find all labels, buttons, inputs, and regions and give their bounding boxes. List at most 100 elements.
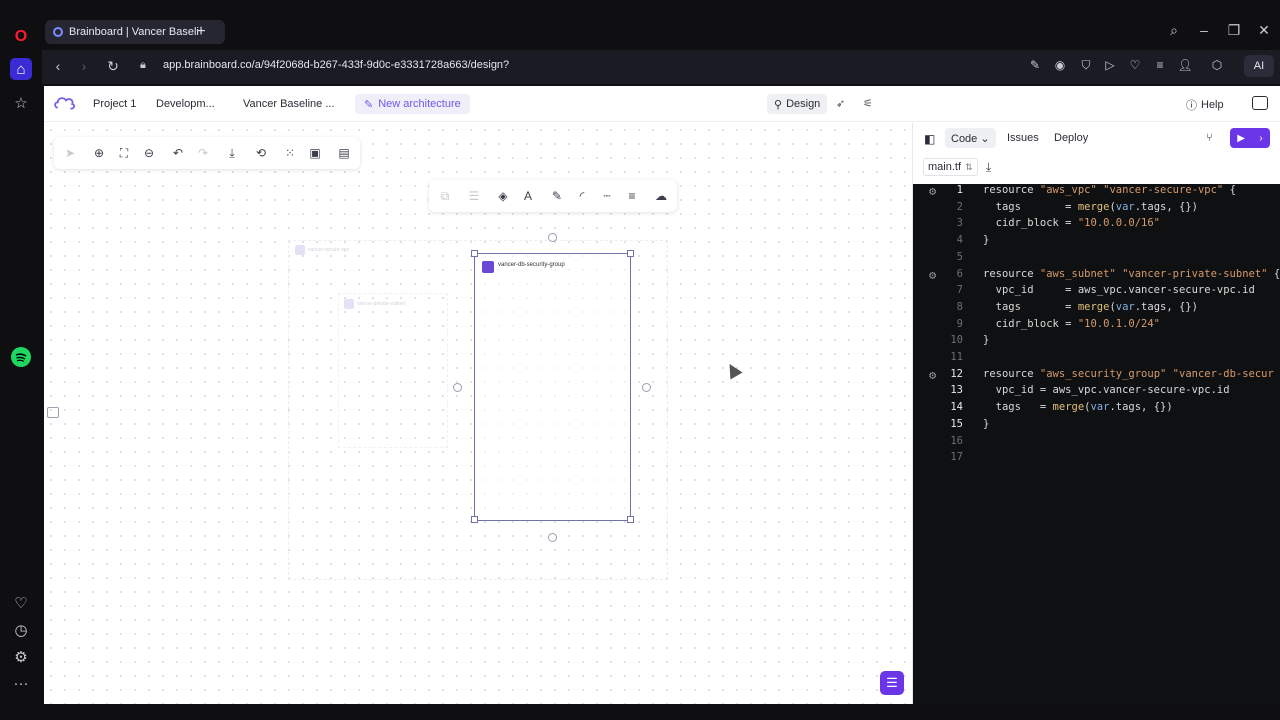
code-line[interactable]: 9 cidr_block = "10.0.1.0/24": [913, 318, 1280, 335]
fill-icon[interactable]: ◈: [495, 188, 511, 204]
url-field[interactable]: app.brainboard.co/a/94f2068d-b267-433f-9…: [163, 59, 509, 71]
heart-icon[interactable]: ♡: [1126, 58, 1144, 72]
forward-button[interactable]: ›: [75, 58, 93, 74]
corner-radius-icon[interactable]: ◜: [574, 188, 590, 204]
shield-icon[interactable]: ⛉: [1077, 58, 1095, 73]
play-icon[interactable]: ▷: [1101, 58, 1119, 72]
connector-handle-left[interactable]: [453, 383, 462, 392]
spotify-icon[interactable]: [10, 346, 32, 368]
connector-handle-right[interactable]: [642, 383, 651, 392]
menu-icon[interactable]: ≡: [1151, 58, 1169, 72]
file-selector[interactable]: main.tf ⇅: [923, 158, 978, 176]
panel-toggle-icon[interactable]: ◧: [924, 132, 935, 146]
new-architecture-button[interactable]: ✎ New architecture: [355, 94, 470, 114]
connector-handle-bottom[interactable]: [548, 533, 557, 542]
code-line[interactable]: 11: [913, 351, 1280, 368]
dashed-line-icon[interactable]: ┄: [599, 188, 615, 204]
tab-deploy[interactable]: Deploy: [1054, 132, 1088, 144]
security-group-node[interactable]: vancer-db-security-group: [474, 253, 631, 521]
sliders-icon[interactable]: ⚟: [863, 97, 873, 110]
grid-icon[interactable]: ⁙: [282, 145, 298, 161]
code-editor[interactable]: ⚙ 1 resource "aws_vpc" "vancer-secure-vpc"…: [913, 184, 1280, 704]
camera-icon[interactable]: ◉: [1051, 58, 1069, 72]
profile-icon[interactable]: 👤︎: [1176, 58, 1194, 72]
gear-icon[interactable]: ⚙: [929, 368, 936, 382]
code-line[interactable]: 10}: [913, 334, 1280, 351]
git-compare-icon[interactable]: ⑂: [1206, 132, 1213, 144]
undo-icon[interactable]: ↶: [170, 145, 186, 161]
brainboard-logo-icon[interactable]: [54, 95, 76, 113]
design-canvas[interactable]: ➤ ⊕ ⛶ ⊖ ↶ ↷ ⤓ ⟲ ⁙ ▣ ▤ ⧉ ☰ ◈ A ✎ ◜ ┄ ≡ ☁ …: [44, 123, 912, 704]
breadcrumb-environment[interactable]: Developm...: [156, 98, 215, 110]
download-icon[interactable]: ⤓: [224, 145, 240, 161]
subnet-container[interactable]: [338, 293, 448, 448]
code-line[interactable]: 8 tags = merge(var.tags, {}): [913, 301, 1280, 318]
star-icon[interactable]: ☆: [10, 92, 32, 114]
settings-icon[interactable]: ⚙: [10, 646, 32, 668]
rocket-icon[interactable]: ➶: [836, 97, 845, 110]
document-icon[interactable]: ▤: [336, 145, 352, 161]
code-line[interactable]: 15}: [913, 418, 1280, 435]
heart-icon[interactable]: ♡: [10, 592, 32, 614]
line-weight-icon[interactable]: ≡: [624, 188, 640, 204]
breadcrumb-project[interactable]: Project 1: [93, 98, 136, 110]
tab-issues[interactable]: Issues: [1007, 132, 1039, 144]
code-line[interactable]: 4}: [913, 234, 1280, 251]
zoom-out-icon[interactable]: ⊖: [141, 145, 157, 161]
gear-icon[interactable]: ⚙: [929, 268, 936, 282]
back-button[interactable]: ‹: [49, 58, 67, 74]
line-number: 9: [956, 317, 963, 330]
pen-icon[interactable]: ✎: [549, 188, 565, 204]
reload-button[interactable]: ↻: [104, 58, 122, 75]
home-icon[interactable]: ⌂: [10, 58, 32, 80]
breadcrumb-architecture[interactable]: Vancer Baseline ...: [243, 98, 335, 110]
gear-icon[interactable]: ⚙: [929, 184, 936, 198]
text-color-icon[interactable]: A: [520, 188, 536, 204]
redo-icon[interactable]: ↷: [195, 145, 211, 161]
resize-handle-tr[interactable]: [627, 250, 634, 257]
group-icon[interactable]: ⧉: [437, 188, 453, 204]
opera-logo-icon[interactable]: O: [10, 26, 32, 48]
resize-handle-tl[interactable]: [471, 250, 478, 257]
design-mode-button[interactable]: ⚲ Design: [767, 94, 828, 114]
code-line[interactable]: 17: [913, 451, 1280, 468]
history-icon[interactable]: ◷: [10, 619, 32, 641]
browser-sidebar: O ⌂ ☆ ♡ ◷ ⚙ ···: [0, 18, 42, 720]
code-line[interactable]: 7 vpc_id = aws_vpc.vancer-secure-vpc.id: [913, 284, 1280, 301]
code-line[interactable]: ⚙ 6 resource "aws_subnet" "vancer-private-…: [913, 268, 1280, 285]
inbox-icon[interactable]: [1252, 96, 1268, 110]
align-icon[interactable]: ☰: [466, 188, 482, 204]
download-icon[interactable]: ⤓: [986, 160, 991, 175]
code-line[interactable]: 14 tags = merge(var.tags, {}): [913, 401, 1280, 418]
menu-icon[interactable]: ☰: [880, 671, 904, 695]
new-tab-button[interactable]: +: [192, 23, 210, 41]
history-icon[interactable]: ⟲: [253, 145, 269, 161]
code-line[interactable]: 2 tags = merge(var.tags, {}): [913, 201, 1280, 218]
code-line[interactable]: 3 cidr_block = "10.0.0.0/16": [913, 217, 1280, 234]
minimap-icon[interactable]: ▣: [307, 145, 323, 161]
ai-button[interactable]: AI: [1244, 55, 1274, 77]
extension-icon[interactable]: ⬡: [1208, 58, 1226, 72]
restore-button[interactable]: ❐: [1223, 22, 1245, 39]
connector-handle-top[interactable]: [548, 233, 557, 242]
cloud-icon[interactable]: ☁: [653, 188, 669, 204]
code-line[interactable]: ⚙ 1 resource "aws_vpc" "vancer-secure-vpc"…: [913, 184, 1280, 201]
resize-handle-bl[interactable]: [471, 516, 478, 523]
search-tabs-icon[interactable]: ⌕: [1163, 22, 1185, 39]
resize-handle-br[interactable]: [627, 516, 634, 523]
sidebar-toggle-icon[interactable]: [47, 407, 59, 418]
code-line[interactable]: 5: [913, 251, 1280, 268]
more-icon[interactable]: ···: [10, 672, 32, 694]
select-icon[interactable]: ➤: [62, 145, 78, 161]
code-line[interactable]: 16: [913, 435, 1280, 452]
minimize-button[interactable]: –: [1193, 22, 1215, 38]
help-button[interactable]: ⓘ Help: [1186, 97, 1224, 113]
edit-icon[interactable]: ✎: [1026, 58, 1044, 72]
run-button[interactable]: ▶ ›: [1230, 128, 1270, 148]
fit-view-icon[interactable]: ⛶: [116, 145, 132, 161]
code-line[interactable]: ⚙ 12 resource "aws_security_group" "vancer…: [913, 368, 1280, 385]
zoom-in-icon[interactable]: ⊕: [91, 145, 107, 161]
tab-code[interactable]: Code ⌄: [945, 128, 996, 148]
close-window-button[interactable]: ✕: [1253, 22, 1275, 39]
code-line[interactable]: 13 vpc_id = aws_vpc.vancer-secure-vpc.id: [913, 384, 1280, 401]
